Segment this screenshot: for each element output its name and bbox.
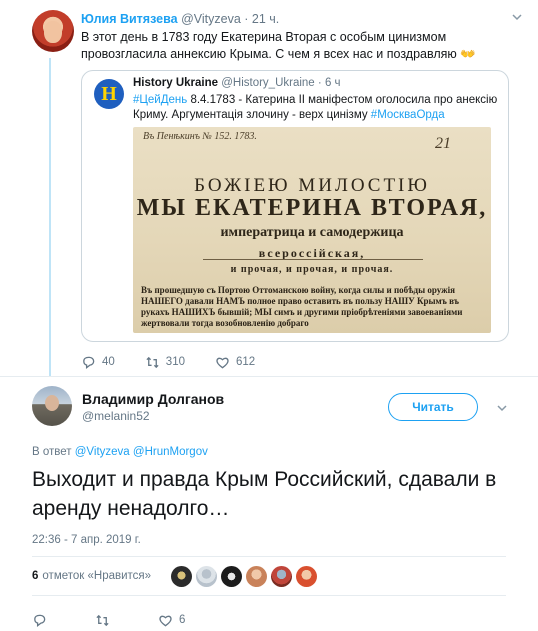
like-icon [159,615,172,626]
retweet-button[interactable] [95,613,116,628]
doc-rule [203,259,423,260]
likes-count: 6 [32,570,39,582]
hands-emoji: 👐 [460,47,476,61]
doc-page-number: 21 [435,135,451,152]
liker-avatar[interactable] [171,566,192,587]
separator: · [317,77,322,89]
quote-header: History Ukraine @History_Ukraine · 6 ч [133,77,341,89]
quote-avatar[interactable]: H [94,79,124,109]
caret-down-icon[interactable] [497,403,507,413]
tweet-timestamp[interactable]: 22:36 - 7 апр. 2019 г. [32,534,141,546]
reply-button[interactable] [32,613,53,628]
divider [0,376,538,377]
author-name[interactable]: Юлия Витязева [81,12,178,26]
quote-time: 6 ч [324,77,341,89]
divider [32,595,506,596]
avatar[interactable] [32,10,74,52]
reply-button[interactable]: 40 [81,355,115,370]
quote-author-name[interactable]: History Ukraine [133,77,218,89]
retweet-count: 310 [165,356,185,368]
liker-avatar[interactable] [196,566,217,587]
like-count: 612 [235,356,256,368]
author-handle[interactable]: @melanin52 [82,409,150,423]
liker-avatar[interactable] [296,566,317,587]
doc-body: Въ прошедшую съ Портою Оттоманскою войну… [141,285,463,328]
manifesto-image[interactable]: Въ Пенѣкинъ № 152. 1783. 21 БОЖІЕЮ МИЛОС… [133,127,491,333]
liker-avatar[interactable] [246,566,267,587]
parent-tweet[interactable]: Юлия Витязева @Vityzeva · 21 ч. В этот д… [0,0,538,376]
hashtag-link[interactable]: #ЦейДень [133,94,187,106]
liker-avatar[interactable] [271,566,292,587]
author-handle[interactable]: @Vityzeva [181,12,241,26]
mention-link[interactable]: @Vityzeva [75,446,130,458]
like-button[interactable]: 612 [215,355,255,370]
avatar[interactable] [32,386,72,426]
quote-avatar-letter: H [101,82,117,105]
tweet-header: Юлия Витязева @Vityzeva · 21 ч. [81,12,279,26]
tweet-text-body: В этот день в 1783 году Екатерина Вторая… [81,30,457,61]
like-icon [216,357,229,368]
likes-label: отметок «Нравится» [42,570,152,582]
retweet-icon [96,614,109,626]
quote-text: #ЦейДень 8.4.1783 - Катерина ІІ маніфест… [133,93,501,123]
doc-line-3: императрица и самодержица [220,225,404,240]
retweet-button[interactable]: 310 [145,355,185,370]
quote-author-handle[interactable]: @History_Ukraine [221,77,314,89]
reply-icon [83,356,95,369]
likes-summary[interactable]: 6 отметок «Нравится» [32,570,151,582]
liker-avatar[interactable] [221,566,242,587]
reply-count: 40 [102,356,115,368]
separator: · [244,12,249,26]
tweet-actions: 40 310 612 [81,354,285,370]
replying-prefix: В ответ [32,446,72,458]
like-button[interactable]: 6 [158,613,185,628]
liker-avatars [171,566,317,587]
reply-icon [34,614,46,627]
quoted-tweet[interactable]: H History Ukraine @History_Ukraine · 6 ч… [81,70,509,342]
doc-line-2: МЫ ЕКАТЕРИНА ВТОРАЯ, [136,195,488,221]
author-name[interactable]: Владимир Долганов [82,391,224,407]
caret-down-icon[interactable] [512,12,522,22]
divider [32,556,506,557]
doc-line-5: и прочая, и прочая, и прочая. [230,264,394,275]
tweet-actions: 6 [32,612,227,628]
hashtag-link[interactable]: #МоскваОрда [371,109,445,121]
doc-top-note: Въ Пенѣкинъ № 152. 1783. [143,131,257,142]
replying-to: В ответ @Vityzeva @HrunMorgov [32,446,208,458]
tweet-time[interactable]: 21 ч. [252,12,279,26]
like-count: 6 [179,614,186,626]
thread-connector-line [49,58,51,376]
follow-button[interactable]: Читать [388,393,478,421]
doc-line-1: БОЖІЕЮ МИЛОСТІЮ [194,175,430,196]
tweet-text: В этот день в 1783 году Екатерина Вторая… [81,29,521,63]
mention-link[interactable]: @HrunMorgov [133,446,208,458]
tweet-text: Выходит и правда Крым Российский, сдавал… [32,468,497,520]
retweet-icon [146,356,159,368]
